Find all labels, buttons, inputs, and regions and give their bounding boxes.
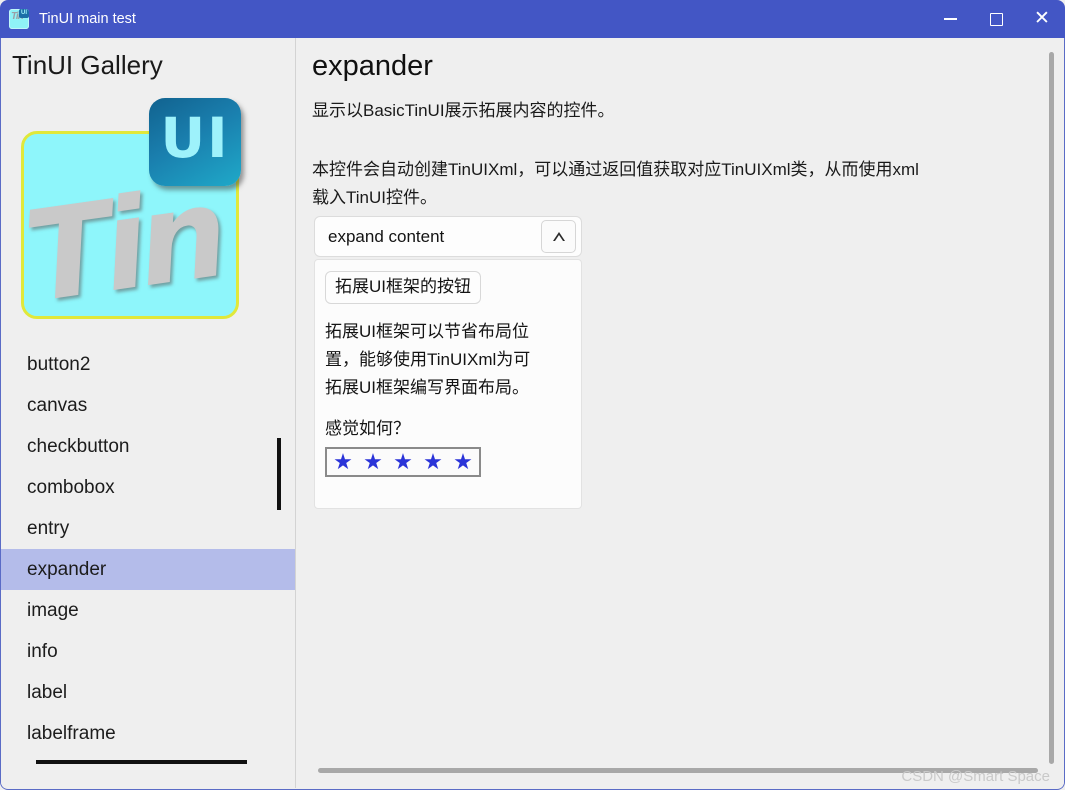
logo-badge-label: UI [160, 106, 230, 170]
star-rating[interactable]: ★ ★ ★ ★ ★ [325, 447, 481, 477]
main-content: expander 显示以BasicTinUI展示拓展内容的控件。 本控件会自动创… [296, 38, 1064, 788]
expander-widget: expand content 拓展UI框架的按钮 拓展UI框架可以节省布局位置，… [314, 216, 582, 509]
window-body: TinUI Gallery Tin UI button2 canvas chec… [0, 38, 1065, 790]
close-button[interactable]: ✕ [1019, 0, 1065, 38]
expander-toggle-button[interactable] [541, 220, 576, 253]
sidebar-item-label: entry [27, 517, 70, 539]
tinui-app-icon: Tin UI [9, 9, 29, 29]
sidebar-vertical-scrollbar[interactable] [277, 438, 281, 510]
sidebar-item-label[interactable]: label [1, 672, 295, 713]
sidebar-item-label: button2 [27, 353, 91, 375]
maximize-icon [989, 12, 1003, 26]
app-window: Tin UI TinUI main test ✕ TinUI Gallery T… [0, 0, 1065, 790]
expander-inner-button[interactable]: 拓展UI框架的按钮 [325, 271, 481, 304]
sidebar-item-labelframe[interactable]: labelframe [1, 713, 295, 754]
window-controls: ✕ [927, 0, 1065, 38]
expander-header[interactable]: expand content [314, 216, 582, 257]
sidebar-item-label: combobox [27, 476, 115, 498]
sidebar-item-info[interactable]: info [1, 631, 295, 672]
page-description-line: 显示以BasicTinUI展示拓展内容的控件。 [312, 101, 615, 120]
sidebar-item-image[interactable]: image [1, 590, 295, 631]
sidebar: TinUI Gallery Tin UI button2 canvas chec… [1, 38, 295, 788]
sidebar-item-label: info [27, 640, 58, 662]
expander-body: 拓展UI框架的按钮 拓展UI框架可以节省布局位置，能够使用TinUIXml为可拓… [314, 259, 582, 509]
window-title: TinUI main test [39, 11, 136, 27]
page-description-block: 本控件会自动创建TinUIXml，可以通过返回值获取对应TinUIXml类，从而… [312, 160, 919, 207]
expander-paragraph: 拓展UI框架可以节省布局位置，能够使用TinUIXml为可拓展UI框架编写界面布… [325, 322, 531, 397]
title-bar: Tin UI TinUI main test ✕ [0, 0, 1065, 38]
star-icon[interactable]: ★ [421, 451, 445, 473]
sidebar-item-label: label [27, 681, 68, 703]
expander-question: 感觉如何？ [325, 419, 410, 438]
sidebar-item-label: checkbutton [27, 435, 130, 457]
sidebar-item-label: labelframe [27, 722, 116, 744]
star-icon[interactable]: ★ [391, 451, 415, 473]
app-icon-badge: UI [19, 9, 29, 18]
triangle-up-icon [552, 232, 565, 241]
tinui-logo: Tin UI [17, 98, 241, 331]
sidebar-list: button2 canvas checkbutton combobox entr… [1, 344, 295, 754]
sidebar-item-label: image [27, 599, 79, 621]
sidebar-item-checkbutton[interactable]: checkbutton [1, 426, 295, 467]
star-icon[interactable]: ★ [451, 451, 475, 473]
sidebar-title: TinUI Gallery [12, 50, 163, 80]
minimize-button[interactable] [927, 0, 973, 38]
star-icon[interactable]: ★ [361, 451, 385, 473]
logo-badge: UI [149, 98, 241, 186]
logo-wordmark: Tin [17, 160, 229, 331]
close-icon: ✕ [1034, 7, 1050, 29]
star-icon[interactable]: ★ [331, 451, 355, 473]
minimize-icon [943, 18, 957, 20]
maximize-button[interactable] [973, 0, 1019, 38]
sidebar-item-label: expander [27, 558, 107, 580]
main-vertical-scrollbar[interactable] [1049, 52, 1054, 764]
sidebar-item-canvas[interactable]: canvas [1, 385, 295, 426]
sidebar-item-expander[interactable]: expander [1, 549, 295, 590]
sidebar-item-entry[interactable]: entry [1, 508, 295, 549]
sidebar-item-button2[interactable]: button2 [1, 344, 295, 385]
main-horizontal-scrollbar[interactable] [318, 768, 1038, 773]
page-title: expander [312, 50, 433, 82]
title-bar-left: Tin UI TinUI main test [0, 0, 927, 38]
expander-header-label: expand content [328, 226, 445, 246]
sidebar-item-combobox[interactable]: combobox [1, 467, 295, 508]
sidebar-horizontal-scrollbar[interactable] [36, 760, 247, 764]
sidebar-item-label: canvas [27, 394, 88, 416]
